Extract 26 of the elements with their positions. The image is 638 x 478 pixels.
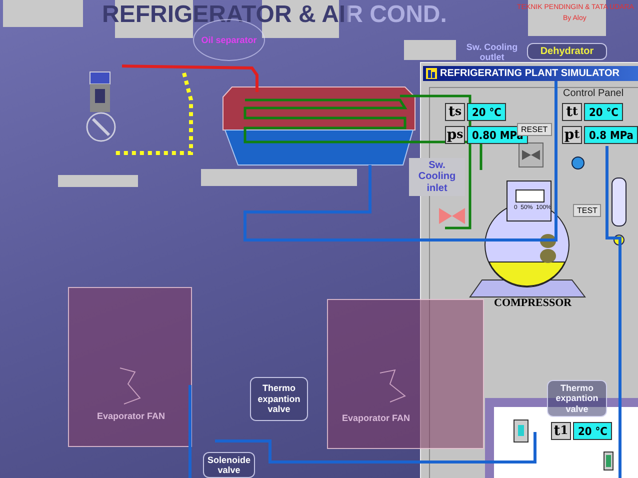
reading-value: 0.8 MPa <box>584 126 638 144</box>
window-title: REFRIGERATING PLANT SIMULATOR <box>440 68 620 79</box>
receiver-tank-drawing <box>612 178 626 246</box>
oil-separator-drawing <box>86 72 116 142</box>
callout-label: Sw. Cooling inlet <box>409 158 465 196</box>
fan-drawing <box>120 368 141 404</box>
callout-label: Solenoide valve <box>203 452 255 478</box>
panel-title: Control Panel <box>563 88 624 99</box>
test-button[interactable]: TEST <box>573 204 602 217</box>
evaporator-label: Evaporator FAN <box>97 411 166 421</box>
sensor-icon <box>604 452 614 470</box>
valve-icon <box>439 208 465 224</box>
sensor-icon <box>514 420 528 442</box>
fan-drawing <box>380 369 406 402</box>
callout-label: Thermo expantion valve <box>250 377 308 421</box>
reading-value: 20 °C <box>584 103 624 121</box>
blank-label-box <box>404 40 456 60</box>
reading-value: 20 °C <box>573 422 612 440</box>
callout-label: Sw. Cooling outlet <box>465 41 519 63</box>
compressor-label: COMPRESSOR <box>494 297 572 309</box>
callout-label: Dehydrator <box>527 43 607 60</box>
valve-icon <box>518 142 544 168</box>
reading-value: 20 °C <box>467 103 506 121</box>
app-icon <box>426 68 437 79</box>
reset-button[interactable]: RESET <box>517 123 552 136</box>
evaporator-label: Evaporator FAN <box>342 413 410 423</box>
